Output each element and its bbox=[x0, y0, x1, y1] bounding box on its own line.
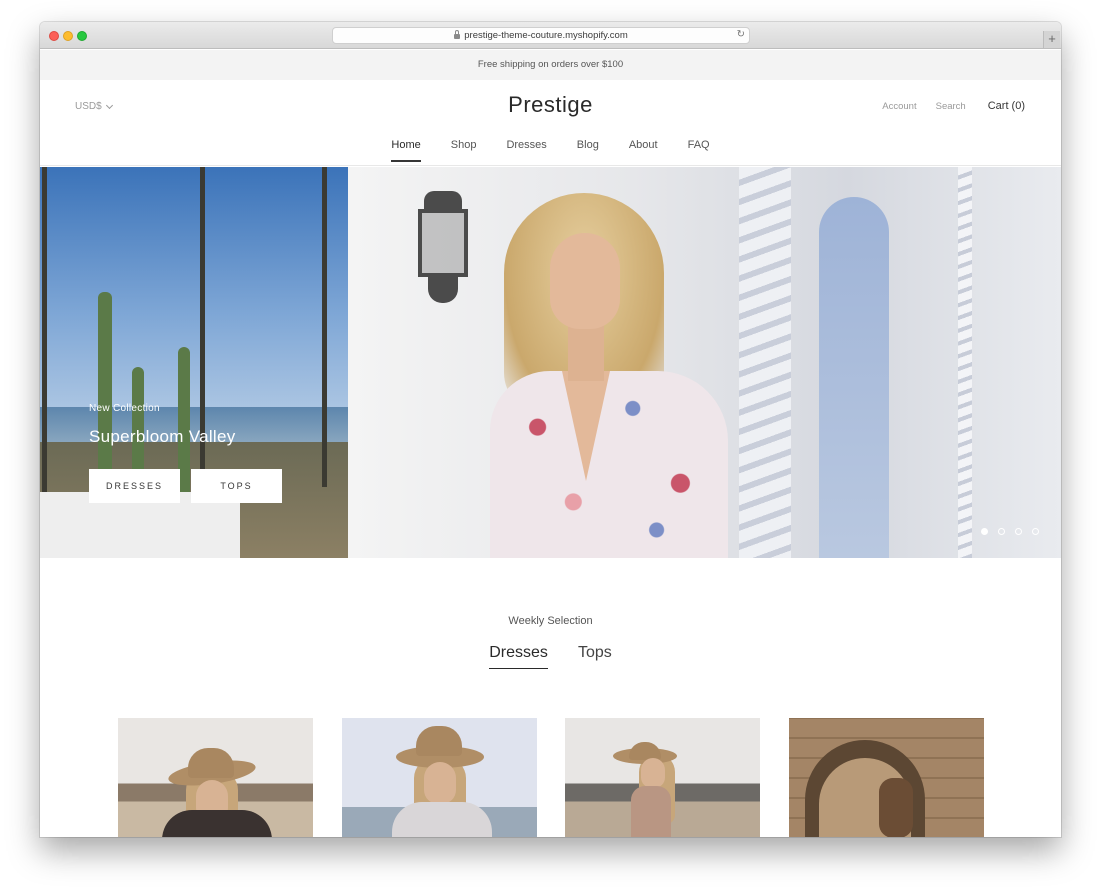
search-link[interactable]: Search bbox=[936, 101, 966, 112]
palm-trunk bbox=[42, 167, 47, 497]
model-image bbox=[484, 191, 728, 558]
minimize-window-button[interactable] bbox=[63, 31, 73, 41]
hero-image-window-arch bbox=[819, 197, 889, 558]
slideshow-dots bbox=[971, 528, 1039, 535]
lock-icon bbox=[454, 30, 461, 39]
slide-dot-2[interactable] bbox=[998, 528, 1005, 535]
weekly-selection-section: Weekly Selection Dresses Tops bbox=[40, 558, 1061, 837]
palm-trunk bbox=[322, 167, 327, 487]
slide-dot-3[interactable] bbox=[1015, 528, 1022, 535]
announcement-text: Free shipping on orders over $100 bbox=[477, 59, 624, 70]
zoom-window-button[interactable] bbox=[77, 31, 87, 41]
hero-image-column bbox=[739, 167, 791, 558]
slide-dot-4[interactable] bbox=[1032, 528, 1039, 535]
close-window-button[interactable] bbox=[49, 31, 59, 41]
hero-eyebrow: New Collection bbox=[89, 403, 160, 414]
product-card[interactable] bbox=[341, 718, 537, 837]
nav-item-faq[interactable]: FAQ bbox=[688, 139, 710, 162]
account-link[interactable]: Account bbox=[882, 101, 916, 112]
slide-dot-1[interactable] bbox=[981, 528, 988, 535]
nav-item-home[interactable]: Home bbox=[391, 139, 422, 162]
product-card[interactable] bbox=[565, 718, 760, 837]
hero-image-sky bbox=[40, 167, 350, 437]
browser-window: prestige-theme-couture.myshopify.com ↻ +… bbox=[40, 22, 1061, 837]
tops-button[interactable]: TOPS bbox=[191, 469, 282, 503]
site-header: USD$ Prestige Account Search Cart (0) Ho… bbox=[40, 80, 1061, 166]
nav-item-about[interactable]: About bbox=[629, 139, 658, 162]
product-grid bbox=[118, 718, 984, 837]
hero-buttons: DRESSES TOPS bbox=[89, 469, 293, 503]
address-bar[interactable]: prestige-theme-couture.myshopify.com ↻ bbox=[332, 27, 750, 44]
url-text: prestige-theme-couture.myshopify.com bbox=[464, 30, 628, 41]
main-nav: Home Shop Dresses Blog About FAQ bbox=[40, 139, 1061, 162]
product-card[interactable] bbox=[788, 718, 984, 837]
hero-title: Superbloom Valley bbox=[89, 427, 236, 446]
nav-item-shop[interactable]: Shop bbox=[451, 139, 477, 162]
lantern-image bbox=[410, 189, 476, 309]
hero-content: New Collection Superbloom Valley DRESSES… bbox=[89, 403, 293, 503]
reload-icon[interactable]: ↻ bbox=[737, 29, 745, 40]
hero-slideshow: New Collection Superbloom Valley DRESSES… bbox=[40, 167, 1061, 558]
nav-item-blog[interactable]: Blog bbox=[577, 139, 599, 162]
tab-tops[interactable]: Tops bbox=[578, 644, 612, 669]
product-card[interactable] bbox=[118, 718, 313, 837]
tab-dresses[interactable]: Dresses bbox=[489, 644, 548, 669]
browser-toolbar: prestige-theme-couture.myshopify.com ↻ + bbox=[40, 22, 1061, 49]
cart-link[interactable]: Cart (0) bbox=[988, 100, 1025, 112]
hero-image-column bbox=[958, 167, 972, 558]
nav-item-dresses[interactable]: Dresses bbox=[506, 139, 546, 162]
dresses-button[interactable]: DRESSES bbox=[89, 469, 180, 503]
new-tab-button[interactable]: + bbox=[1043, 31, 1060, 48]
announcement-bar: Free shipping on orders over $100 bbox=[40, 50, 1061, 80]
collection-tabs: Dresses Tops bbox=[40, 644, 1061, 669]
header-actions: Account Search Cart (0) bbox=[863, 100, 1025, 112]
section-subheading: Weekly Selection bbox=[508, 615, 593, 627]
